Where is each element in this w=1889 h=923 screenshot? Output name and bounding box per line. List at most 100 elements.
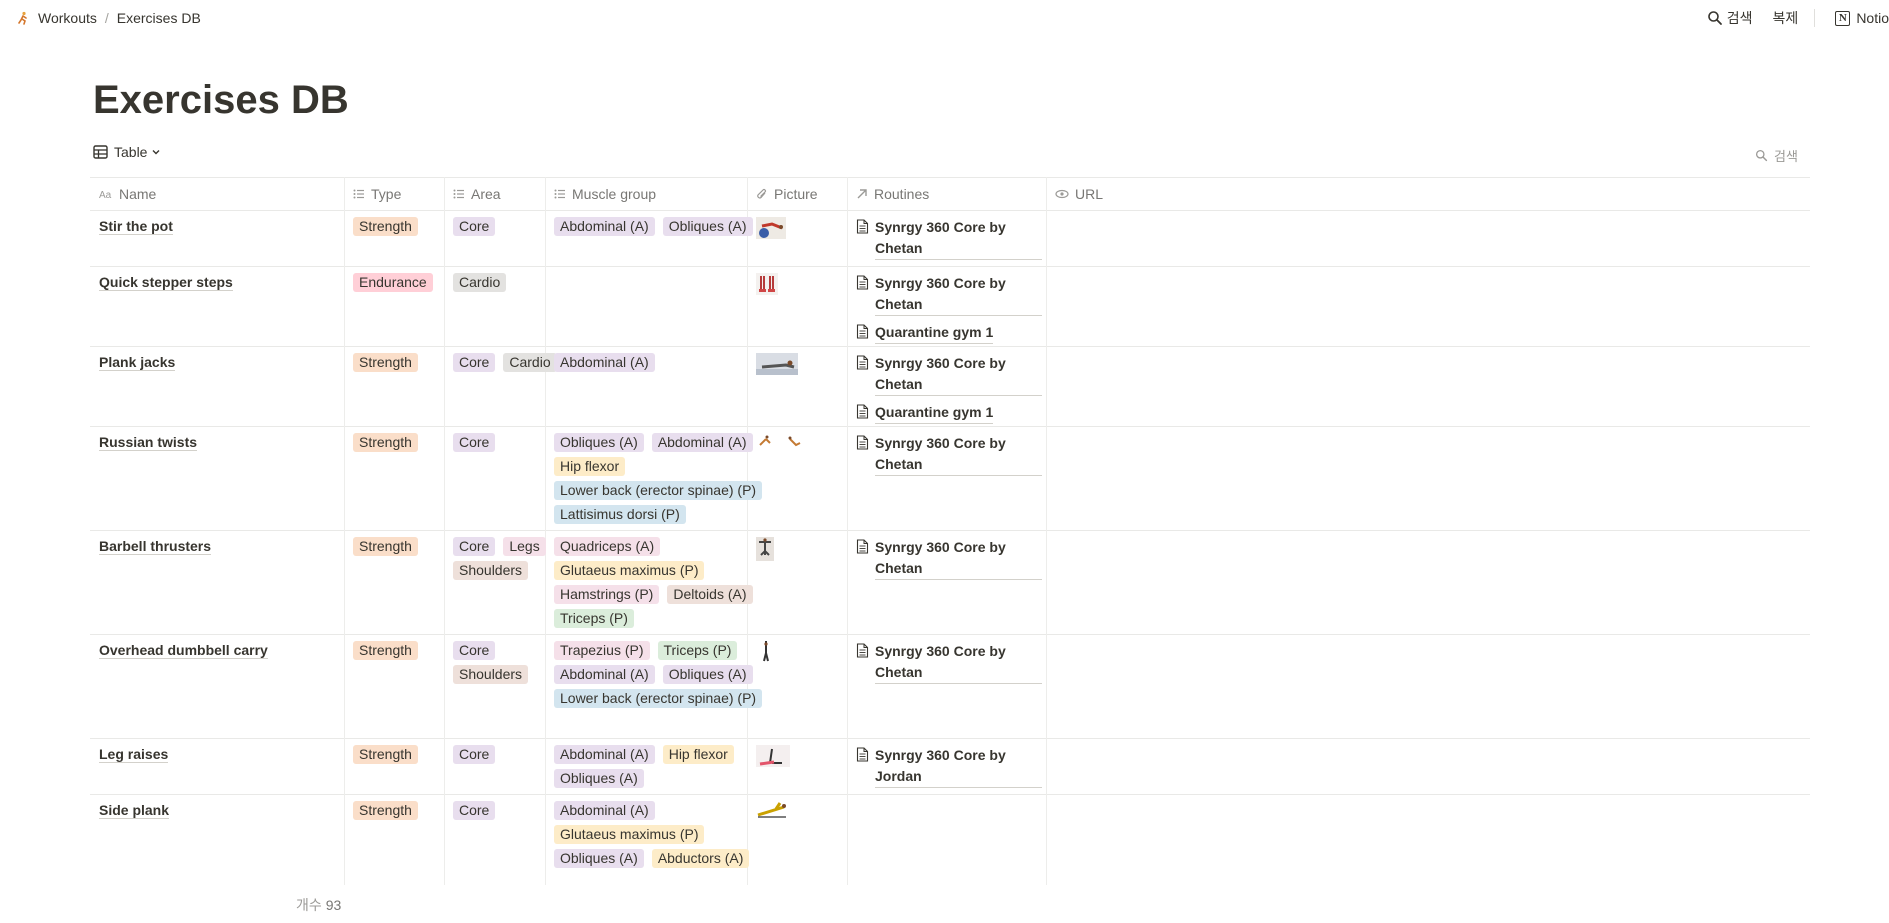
table-search[interactable]: 검색 [1755, 146, 1798, 165]
area-cell: Cardio [444, 273, 565, 297]
area-tag[interactable]: Legs [503, 537, 546, 556]
area-tag[interactable]: Core [453, 801, 496, 820]
picture-cell [747, 801, 847, 819]
exercise-name[interactable]: Stir the pot [99, 218, 173, 235]
exercise-thumbnail-quick-stepper-steps[interactable] [756, 273, 778, 295]
routine-link[interactable]: Quarantine gym 1 [856, 322, 1042, 344]
view-switcher[interactable]: Table [93, 144, 161, 160]
area-tag[interactable]: Core [453, 537, 496, 556]
routine-link[interactable]: Synrgy 360 Core by Chetan [856, 433, 1042, 476]
exercise-name[interactable]: Russian twists [99, 434, 198, 451]
area-tag[interactable]: Core [453, 745, 496, 764]
muscle-tag[interactable]: Obliques (A) [662, 665, 753, 684]
url-cell[interactable] [1046, 537, 1810, 577]
area-tag[interactable]: Core [453, 433, 496, 452]
type-tag[interactable]: Strength [353, 641, 418, 660]
exercise-thumbnail-leg-raises[interactable] [756, 745, 790, 767]
column-header-picture[interactable]: Picture [747, 177, 847, 211]
exercise-thumbnail-barbell-thrusters[interactable] [756, 537, 774, 561]
muscle-tag[interactable]: Glutaeus maximus (P) [554, 561, 705, 580]
url-cell[interactable] [1046, 433, 1810, 473]
type-tag[interactable]: Strength [353, 433, 418, 452]
muscle-tag[interactable]: Abdominal (A) [554, 353, 655, 372]
breadcrumb-workouts[interactable]: Workouts [38, 10, 97, 26]
routine-link[interactable]: Synrgy 360 Core by Jordan [856, 745, 1042, 788]
type-tag[interactable]: Strength [353, 353, 418, 372]
breadcrumb-separator: / [104, 10, 109, 26]
notion-button[interactable]: N Notio [1835, 10, 1889, 26]
area-tag[interactable]: Core [453, 217, 496, 236]
column-header-type[interactable]: Type [344, 177, 444, 211]
muscle-tag[interactable]: Deltoids (A) [667, 585, 753, 604]
type-tag[interactable]: Strength [353, 537, 418, 556]
type-tag[interactable]: Strength [353, 217, 418, 236]
duplicate-button[interactable]: 복제 [1773, 8, 1799, 28]
muscle-tag[interactable]: Obliques (A) [662, 217, 753, 236]
exercise-thumbnail-side-plank[interactable] [756, 801, 790, 819]
exercise-name[interactable]: Quick stepper steps [99, 274, 233, 291]
muscle-tag[interactable]: Lattisimus dorsi (P) [554, 505, 686, 524]
muscle-tag[interactable]: Abdominal (A) [651, 433, 753, 452]
muscle-tag[interactable]: Obliques (A) [554, 769, 644, 788]
exercise-name[interactable]: Leg raises [99, 746, 169, 763]
list-icon [453, 188, 465, 200]
page-icon [856, 275, 869, 290]
page-icon [856, 435, 869, 450]
exercise-name[interactable]: Plank jacks [99, 354, 176, 371]
muscle-tag[interactable]: Trapezius (P) [554, 641, 650, 660]
routine-name: Synrgy 360 Core by Jordan [875, 745, 1042, 788]
exercise-thumbnail-russian-twists[interactable] [756, 433, 802, 449]
muscle-tag[interactable]: Abdominal (A) [554, 665, 655, 684]
column-header-muscle-group[interactable]: Muscle group [545, 177, 747, 211]
url-cell[interactable] [1046, 641, 1810, 681]
muscle-tag[interactable]: Obliques (A) [554, 849, 644, 868]
column-header-name[interactable]: Aa Name [90, 177, 344, 211]
column-header-url[interactable]: URL [1046, 177, 1810, 211]
area-tag[interactable]: Core [453, 641, 496, 660]
column-header-routines[interactable]: Routines [847, 177, 1046, 211]
routine-link[interactable]: Synrgy 360 Core by Chetan [856, 353, 1042, 396]
exercise-name[interactable]: Barbell thrusters [99, 538, 212, 555]
exercise-name[interactable]: Side plank [99, 802, 170, 819]
muscle-tag[interactable]: Abdominal (A) [554, 745, 655, 764]
routine-link[interactable]: Synrgy 360 Core by Chetan [856, 537, 1042, 580]
routine-link[interactable]: Synrgy 360 Core by Chetan [856, 217, 1042, 260]
routine-link[interactable]: Synrgy 360 Core by Chetan [856, 273, 1042, 316]
muscle-tag[interactable]: Quadriceps (A) [554, 537, 661, 556]
muscle-tag[interactable]: Hip flexor [662, 745, 734, 764]
column-header-label: URL [1075, 186, 1104, 202]
breadcrumb-exercises-db[interactable]: Exercises DB [117, 10, 201, 26]
type-tag[interactable]: Strength [353, 745, 418, 764]
muscle-tag[interactable]: Abdominal (A) [554, 217, 655, 236]
type-tag[interactable]: Strength [353, 801, 418, 820]
area-tag[interactable]: Shoulders [453, 665, 529, 684]
muscle-tag[interactable]: Triceps (P) [657, 641, 738, 660]
muscle-tag[interactable]: Lower back (erector spinae) (P) [554, 689, 763, 708]
muscle-tag[interactable]: Hip flexor [554, 457, 626, 476]
muscle-tag[interactable]: Hamstrings (P) [554, 585, 660, 604]
routine-link[interactable]: Quarantine gym 1 [856, 402, 1042, 424]
exercise-thumbnail-overhead-dumbbell-carry[interactable] [756, 641, 776, 663]
search-label: 검색 [1726, 10, 1753, 26]
exercise-thumbnail-stir-the-pot[interactable] [756, 217, 786, 239]
column-header-area[interactable]: Area [444, 177, 545, 211]
muscle-tag[interactable]: Triceps (P) [554, 609, 634, 628]
search-button[interactable]: 검색 [1707, 8, 1753, 28]
area-tag[interactable]: Shoulders [453, 561, 529, 580]
url-cell[interactable] [1046, 801, 1810, 841]
area-tag[interactable]: Cardio [453, 273, 507, 292]
muscle-tag[interactable]: Obliques (A) [554, 433, 644, 452]
url-cell[interactable] [1046, 273, 1810, 313]
muscle-tag[interactable]: Abdominal (A) [554, 801, 655, 820]
type-tag[interactable]: Endurance [353, 273, 433, 292]
exercise-name[interactable]: Overhead dumbbell carry [99, 642, 268, 659]
url-cell[interactable] [1046, 353, 1810, 393]
muscle-tag[interactable]: Glutaeus maximus (P) [554, 825, 705, 844]
routine-link[interactable]: Synrgy 360 Core by Chetan [856, 641, 1042, 684]
url-cell[interactable] [1046, 745, 1810, 785]
exercise-thumbnail-plank-jacks[interactable] [756, 353, 798, 375]
muscle-tag[interactable]: Lower back (erector spinae) (P) [554, 481, 763, 500]
url-cell[interactable] [1046, 217, 1810, 257]
muscle-tag[interactable]: Abductors (A) [651, 849, 750, 868]
area-tag[interactable]: Core [453, 353, 496, 372]
